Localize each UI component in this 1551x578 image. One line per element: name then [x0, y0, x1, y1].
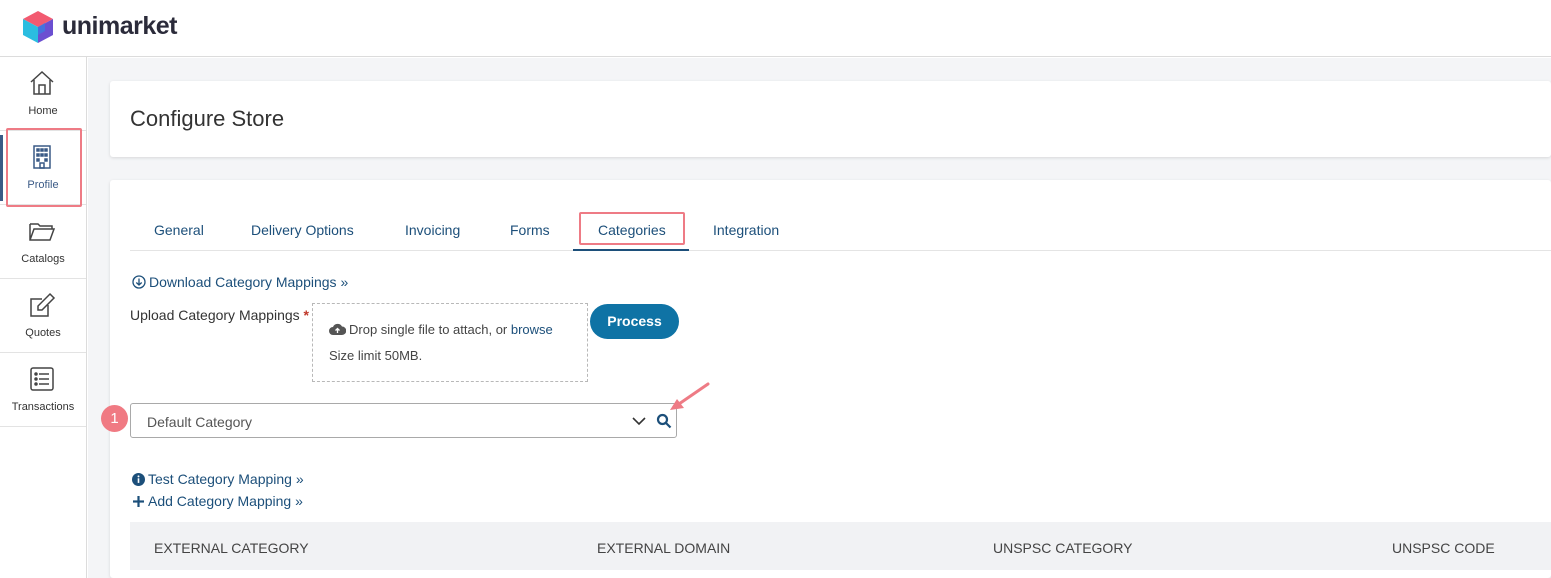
mappings-table-header: EXTERNAL CATEGORY EXTERNAL DOMAIN UNSPSC… — [130, 522, 1551, 570]
file-dropzone[interactable]: Drop single file to attach, or browse Si… — [312, 303, 588, 382]
download-link-text: Download Category Mappings » — [149, 274, 349, 290]
sidebar-item-catalogs[interactable]: Catalogs — [0, 205, 86, 279]
process-button[interactable]: Process — [590, 304, 679, 339]
active-tab-indicator — [573, 249, 689, 251]
sidebar-item-label: Catalogs — [21, 253, 65, 265]
sidebar-item-home[interactable]: Home — [0, 57, 86, 131]
sidebar-item-label: Profile — [27, 179, 59, 191]
sidebar-item-profile[interactable]: Profile — [0, 131, 86, 205]
tabs-divider — [130, 250, 1551, 251]
sidebar-item-transactions[interactable]: Transactions — [0, 353, 86, 427]
download-mappings-link[interactable]: Download Category Mappings » — [132, 274, 348, 290]
dropzone-text: Drop single file to attach, or — [349, 322, 508, 337]
tab-integration[interactable]: Integration — [713, 222, 779, 238]
edit-icon — [30, 292, 56, 317]
sidebar-item-label: Transactions — [11, 401, 75, 413]
sidebar-item-label: Quotes — [25, 327, 61, 339]
test-link-text: Test Category Mapping » — [148, 471, 304, 487]
default-category-select[interactable]: Default Category — [130, 403, 677, 438]
upload-label: Upload Category Mappings * — [130, 307, 309, 323]
chevron-down-icon[interactable] — [631, 415, 647, 427]
plus-icon — [133, 496, 144, 507]
top-header: unimarket — [0, 0, 1551, 57]
tab-forms[interactable]: Forms — [510, 222, 550, 238]
list-icon — [30, 367, 54, 391]
browse-link[interactable]: browse — [511, 322, 553, 337]
info-icon — [132, 473, 145, 486]
select-value: Default Category — [147, 414, 253, 430]
building-icon — [33, 145, 51, 169]
tab-categories[interactable]: Categories — [598, 222, 666, 238]
tab-delivery-options[interactable]: Delivery Options — [251, 222, 354, 238]
unimarket-logo-icon[interactable] — [22, 10, 54, 44]
brand-name[interactable]: unimarket — [62, 12, 177, 41]
step-number-badge: 1 — [101, 405, 128, 432]
tab-general[interactable]: General — [154, 222, 204, 238]
column-header-unspsc-category[interactable]: UNSPSC CATEGORY — [993, 540, 1133, 556]
test-category-mapping-link[interactable]: Test Category Mapping » — [132, 471, 304, 487]
cloud-upload-icon — [329, 323, 347, 335]
add-link-text: Add Category Mapping » — [148, 493, 303, 509]
column-header-external-category[interactable]: EXTERNAL CATEGORY — [154, 540, 309, 556]
sidebar-item-quotes[interactable]: Quotes — [0, 279, 86, 353]
annotation-arrow-icon — [670, 382, 710, 410]
size-limit-text: Size limit 50MB. — [329, 348, 423, 363]
page-title: Configure Store — [130, 106, 285, 131]
column-header-unspsc-code[interactable]: UNSPSC CODE — [1392, 540, 1495, 556]
tab-invoicing[interactable]: Invoicing — [405, 222, 460, 238]
download-circle-icon — [132, 275, 146, 289]
column-header-external-domain[interactable]: EXTERNAL DOMAIN — [597, 540, 730, 556]
sidebar-nav: Home Profile Catalogs Quotes Transaction… — [0, 57, 87, 578]
search-icon[interactable] — [656, 413, 672, 429]
home-icon — [30, 70, 54, 95]
sidebar-item-label: Home — [28, 105, 58, 117]
upload-label-text: Upload Category Mappings — [130, 307, 300, 323]
page-header-card — [110, 81, 1551, 157]
folder-icon — [29, 223, 56, 241]
dropzone-instructions: Drop single file to attach, or browse — [329, 322, 553, 337]
add-category-mapping-link[interactable]: Add Category Mapping » — [132, 493, 303, 509]
required-marker: * — [303, 307, 309, 323]
